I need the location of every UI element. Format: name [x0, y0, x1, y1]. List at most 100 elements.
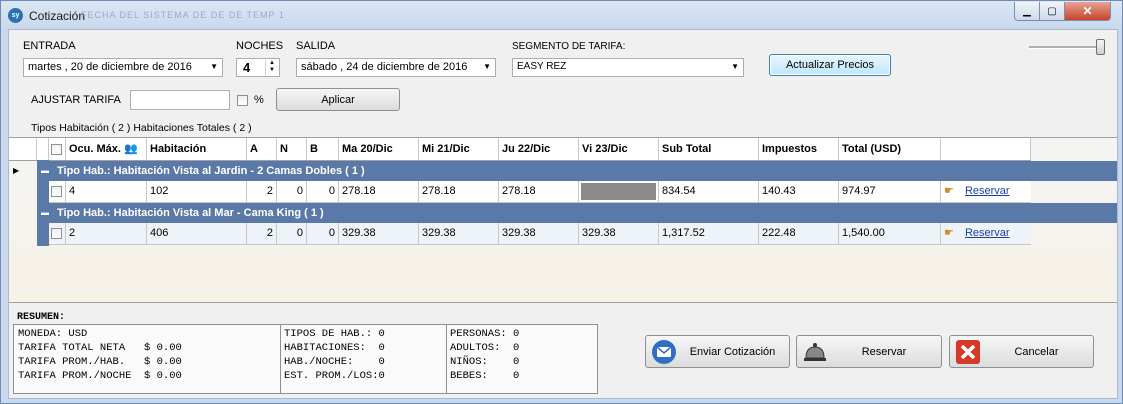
chevron-down-icon: ▼ — [483, 62, 491, 71]
cell-day-4: 329.38 — [579, 223, 659, 244]
resumen-personas: PERSONAS: 0 ADULTOS: 0 NIÑOS: 0 BEBES: 0 — [450, 328, 520, 382]
reservar-link[interactable]: Reservar — [965, 185, 1010, 197]
zoom-slider-track[interactable] — [1029, 46, 1104, 49]
entrada-label: ENTRADA — [23, 40, 76, 52]
window: sy Cotización FECHA DEL SISTEMA DE DE DE… — [0, 0, 1123, 404]
expand-header-cell — [37, 138, 49, 160]
resumen-divider — [446, 325, 447, 393]
cancelar-label: Cancelar — [1014, 345, 1059, 358]
close-icon: ✕ — [1082, 4, 1093, 18]
row-checkbox[interactable] — [51, 185, 62, 197]
col-ocu-max-label: Ocu. Máx. — [69, 143, 121, 155]
maximize-icon: ▢ — [1047, 5, 1057, 17]
cell-action: ☛ Reservar — [941, 223, 1031, 244]
cell-ninos: 0 — [277, 181, 307, 202]
col-day-4[interactable]: Vi 23/Dic — [579, 138, 659, 160]
group-title: Tipo Hab.: Habitación Vista al Jardin - … — [57, 165, 365, 177]
col-habitacion[interactable]: Habitación — [147, 138, 247, 160]
salida-date-picker[interactable]: sábado , 24 de diciembre de 2016 ▼ — [296, 58, 496, 77]
select-all-checkbox[interactable] — [51, 143, 62, 155]
entrada-date-picker[interactable]: martes , 20 de diciembre de 2016 ▼ — [23, 58, 223, 77]
col-day-2[interactable]: Mi 21/Dic — [419, 138, 499, 160]
col-day-3[interactable]: Ju 22/Dic — [499, 138, 579, 160]
cell-total: 974.97 — [839, 181, 941, 202]
col-day-1[interactable]: Ma 20/Dic — [339, 138, 419, 160]
percent-checkbox[interactable] — [237, 95, 248, 106]
title-bar[interactable]: sy Cotización FECHA DEL SISTEMA DE DE DE… — [1, 1, 1122, 29]
reservar-button[interactable]: Reservar — [796, 335, 942, 368]
col-ocu-max[interactable]: Ocu. Máx. 👥 — [66, 138, 147, 160]
stepper-arrows-icon[interactable]: ▲ ▼ — [265, 60, 278, 75]
cell-total: 1,540.00 — [839, 223, 941, 244]
email-icon — [652, 340, 676, 364]
enviar-cotizacion-label: Enviar Cotización — [689, 345, 776, 358]
segmento-select[interactable]: EASY REZ ▼ — [512, 58, 744, 77]
cell-day-1: 329.38 — [339, 223, 419, 244]
cell-impuestos: 140.43 — [759, 181, 839, 202]
table-row[interactable]: 4 102 2 0 0 278.18 278.18 278.18 834.54 … — [49, 181, 1031, 203]
collapse-icon[interactable]: ▬ — [41, 203, 49, 223]
window-title: Cotización — [29, 9, 86, 23]
maximize-button[interactable]: ▢ — [1039, 2, 1065, 21]
rooms-grid: Ocu. Máx. 👥 Habitación A N B Ma 20/Dic M… — [9, 137, 1117, 303]
row-header-cell — [9, 138, 37, 160]
cell-day-4-blocked — [579, 181, 659, 202]
group-header[interactable]: ▬ Tipo Hab.: Habitación Vista al Jardin … — [37, 161, 1117, 181]
grid-header: Ocu. Máx. 👥 Habitación A N B Ma 20/Dic M… — [9, 138, 1031, 161]
col-action — [941, 138, 1031, 160]
cell-subtotal: 1,317.52 — [659, 223, 759, 244]
reservar-link[interactable]: Reservar — [965, 227, 1010, 239]
cell-bebes: 0 — [307, 223, 339, 244]
unavailable-block — [581, 183, 656, 200]
cancel-icon — [956, 340, 980, 364]
cell-day-2: 278.18 — [419, 181, 499, 202]
row-select-cell — [49, 181, 66, 202]
cancelar-button[interactable]: Cancelar — [949, 335, 1094, 368]
window-ghost-text: FECHA DEL SISTEMA DE DE DE TEMP 1 — [81, 10, 285, 20]
resumen-panel: MONEDA: USD TARIFA TOTAL NETA $ 0.00 TAR… — [13, 324, 598, 394]
app-icon: sy — [8, 8, 23, 23]
resumen-title: RESUMEN: — [17, 312, 66, 323]
noches-stepper[interactable]: 4 ▲ ▼ — [236, 58, 280, 77]
cell-day-1: 278.18 — [339, 181, 419, 202]
cell-subtotal: 834.54 — [659, 181, 759, 202]
zoom-slider-thumb[interactable] — [1096, 39, 1105, 55]
cell-ocu: 4 — [66, 181, 147, 202]
chevron-down-icon: ▼ — [731, 62, 739, 71]
cell-action: ☛ Reservar — [941, 181, 1031, 202]
select-all-cell — [49, 138, 66, 160]
rooms-summary-line: Tipos Habitación ( 2 ) Habitaciones Tota… — [31, 122, 252, 134]
entrada-value: martes , 20 de diciembre de 2016 — [28, 61, 192, 73]
cell-day-3: 278.18 — [499, 181, 579, 202]
resumen-divider — [280, 325, 281, 393]
enviar-cotizacion-button[interactable]: Enviar Cotización — [645, 335, 790, 368]
salida-label: SALIDA — [296, 40, 336, 52]
cell-impuestos: 222.48 — [759, 223, 839, 244]
close-button[interactable]: ✕ — [1064, 2, 1111, 21]
cell-habitacion: 102 — [147, 181, 247, 202]
current-row-indicator-icon: ▶ — [13, 166, 20, 175]
group-header[interactable]: ▬ Tipo Hab.: Habitación Vista al Mar - C… — [37, 203, 1117, 223]
col-subtotal[interactable]: Sub Total — [659, 138, 759, 160]
col-adultos[interactable]: A — [247, 138, 277, 160]
row-checkbox[interactable] — [51, 227, 62, 239]
cell-adultos: 2 — [247, 181, 277, 202]
minimize-button[interactable]: ▁ — [1014, 2, 1040, 21]
table-row[interactable]: 2 406 2 0 0 329.38 329.38 329.38 329.38 … — [49, 223, 1031, 245]
hand-point-icon: ☛ — [944, 185, 954, 197]
cell-ocu: 2 — [66, 223, 147, 244]
col-impuestos[interactable]: Impuestos — [759, 138, 839, 160]
aplicar-button[interactable]: Aplicar — [276, 88, 400, 111]
cell-day-2: 329.38 — [419, 223, 499, 244]
col-bebes[interactable]: B — [307, 138, 339, 160]
segmento-value: EASY REZ — [517, 61, 567, 72]
cell-adultos: 2 — [247, 223, 277, 244]
col-total[interactable]: Total (USD) — [839, 138, 941, 160]
collapse-icon[interactable]: ▬ — [41, 161, 49, 181]
actualizar-precios-button[interactable]: Actualizar Precios — [769, 54, 891, 76]
ajustar-tarifa-input[interactable] — [130, 90, 230, 110]
col-ninos[interactable]: N — [277, 138, 307, 160]
cell-day-3: 329.38 — [499, 223, 579, 244]
minimize-icon: ▁ — [1023, 5, 1031, 17]
hand-point-icon: ☛ — [944, 227, 954, 239]
